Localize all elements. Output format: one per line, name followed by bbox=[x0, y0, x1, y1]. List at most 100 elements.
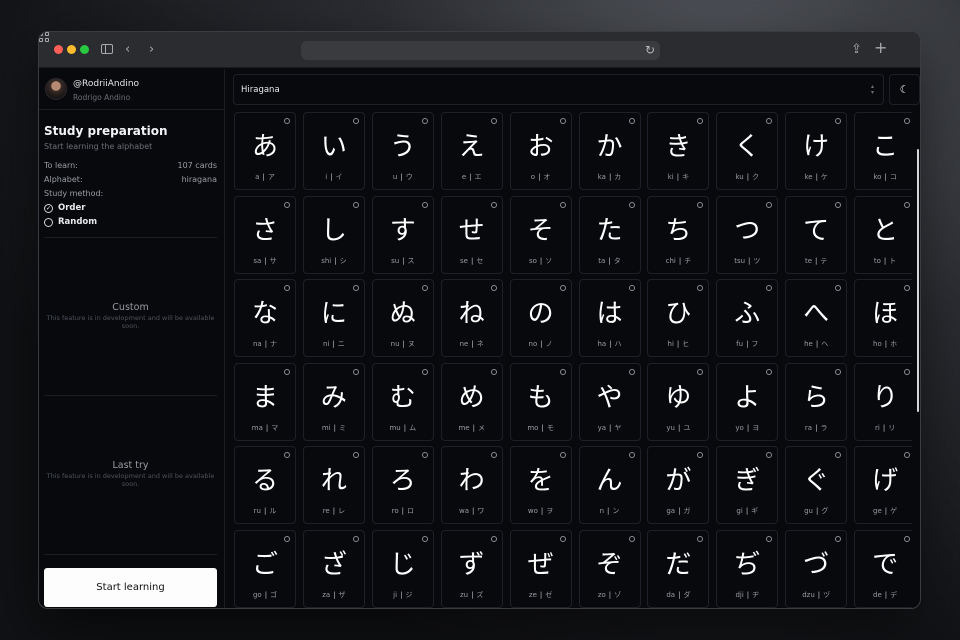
method-order-label: Order bbox=[58, 203, 86, 213]
kana-card[interactable]: に ni | ニ bbox=[302, 279, 365, 357]
kana-card[interactable]: む mu | ム bbox=[371, 362, 434, 441]
kana-card[interactable]: ぢ dji | ヂ bbox=[716, 529, 779, 608]
method-random-radio[interactable]: Random bbox=[44, 217, 97, 227]
status-circle-icon bbox=[766, 201, 773, 208]
katakana-label: ツ bbox=[753, 256, 761, 265]
kana-card[interactable]: ろ ro | ロ bbox=[371, 446, 434, 524]
kana-card[interactable]: け ke | ケ bbox=[785, 112, 848, 190]
kana-card[interactable]: な na | ナ bbox=[234, 279, 296, 357]
kana-card[interactable]: ひ hi | ヒ bbox=[647, 279, 710, 357]
kana-card[interactable]: よ yo | ヨ bbox=[716, 362, 779, 441]
kana-card[interactable]: し shi | シ bbox=[302, 195, 365, 274]
start-learning-button[interactable]: Start learning bbox=[44, 568, 217, 607]
kana-card[interactable]: ゆ yu | ユ bbox=[647, 362, 710, 441]
sidebar-toggle-icon[interactable] bbox=[101, 44, 113, 54]
status-circle-icon bbox=[835, 285, 842, 291]
kana-card[interactable]: げ ge | ゲ bbox=[854, 446, 912, 524]
kana-character: ご bbox=[251, 549, 278, 580]
alphabet-select[interactable]: Hiragana ▴ ▾ bbox=[233, 74, 884, 105]
kana-card[interactable]: ぐ gu | グ bbox=[785, 446, 848, 524]
kana-reading: ni | ニ bbox=[304, 339, 364, 349]
kana-card[interactable]: す su | ス bbox=[371, 195, 434, 274]
kana-reading: yo | ヨ bbox=[717, 423, 777, 433]
kana-card[interactable]: ざ za | ザ bbox=[302, 529, 365, 608]
kana-card[interactable]: ふ fu | フ bbox=[716, 279, 779, 357]
minimize-window-button[interactable] bbox=[67, 45, 76, 54]
maximize-window-button[interactable] bbox=[80, 45, 89, 54]
kana-card[interactable]: も mo | モ bbox=[509, 362, 572, 441]
kana-card[interactable]: こ ko | コ bbox=[854, 112, 912, 190]
plus-icon[interactable]: + bbox=[874, 39, 887, 57]
separator: | bbox=[817, 590, 821, 599]
kana-card[interactable]: ぬ nu | ヌ bbox=[371, 279, 434, 357]
kana-character: ち bbox=[665, 215, 692, 246]
kana-card[interactable]: ち chi | チ bbox=[647, 195, 710, 274]
address-bar[interactable]: ↻ bbox=[301, 41, 660, 60]
separator: | bbox=[815, 340, 819, 348]
status-circle-icon bbox=[490, 118, 497, 124]
katakana-label: ザ bbox=[338, 590, 346, 599]
kana-character: ざ bbox=[320, 549, 347, 580]
kana-character: り bbox=[872, 382, 899, 413]
back-icon[interactable]: ‹ bbox=[125, 41, 130, 59]
kana-card[interactable]: る ru | ル bbox=[234, 446, 296, 524]
close-window-button[interactable] bbox=[54, 45, 63, 54]
kana-card[interactable]: ず zu | ズ bbox=[440, 529, 503, 608]
alphabet-label: Alphabet: bbox=[44, 175, 83, 184]
kana-card[interactable]: そ so | ソ bbox=[509, 195, 572, 274]
kana-card[interactable]: お o | オ bbox=[509, 112, 572, 190]
kana-card[interactable]: ぜ ze | ゼ bbox=[509, 529, 572, 608]
kana-card[interactable]: ら ra | ラ bbox=[785, 362, 848, 441]
katakana-label: イ bbox=[335, 173, 343, 181]
kana-reading: e | エ bbox=[442, 172, 502, 182]
separator: | bbox=[746, 173, 750, 181]
kana-card[interactable]: は ha | ハ bbox=[578, 279, 641, 357]
kana-card[interactable]: ぎ gi | ギ bbox=[716, 446, 779, 524]
kana-card[interactable]: で de | デ bbox=[854, 529, 912, 608]
kana-card[interactable]: わ wa | ワ bbox=[440, 446, 503, 524]
kana-card[interactable]: さ sa | サ bbox=[234, 195, 296, 274]
reload-icon[interactable]: ↻ bbox=[645, 42, 655, 59]
kana-character: ら bbox=[803, 382, 830, 413]
kana-card[interactable]: せ se | セ bbox=[440, 195, 503, 274]
status-circle-icon bbox=[490, 452, 497, 458]
kana-card[interactable]: め me | メ bbox=[440, 362, 503, 441]
kana-card[interactable]: ぞ zo | ゾ bbox=[578, 529, 641, 608]
kana-card[interactable]: き ki | キ bbox=[647, 112, 710, 190]
kana-card[interactable]: ん n | ン bbox=[578, 446, 641, 524]
forward-icon[interactable]: › bbox=[149, 41, 154, 59]
tab-grid-icon[interactable] bbox=[39, 32, 49, 42]
kana-card[interactable]: や ya | ヤ bbox=[578, 362, 641, 441]
theme-toggle-button[interactable]: ☾ bbox=[889, 74, 920, 105]
kana-card[interactable]: え e | エ bbox=[440, 112, 503, 190]
kana-card[interactable]: れ re | レ bbox=[302, 446, 365, 524]
kana-card[interactable]: た ta | タ bbox=[578, 195, 641, 274]
kana-card[interactable]: ご go | ゴ bbox=[234, 529, 296, 608]
kana-card[interactable]: を wo | ヲ bbox=[509, 446, 572, 524]
kana-card[interactable]: り ri | リ bbox=[854, 362, 912, 441]
kana-card[interactable]: ね ne | ネ bbox=[440, 279, 503, 357]
kana-character: け bbox=[803, 132, 830, 162]
kana-card[interactable]: が ga | ガ bbox=[647, 446, 710, 524]
kana-card[interactable]: て te | テ bbox=[785, 195, 848, 274]
kana-card[interactable]: じ ji | ジ bbox=[371, 529, 434, 608]
avatar[interactable] bbox=[45, 78, 67, 100]
kana-card[interactable]: く ku | ク bbox=[716, 112, 779, 190]
kana-card[interactable]: あ a | ア bbox=[234, 112, 296, 190]
method-order-radio[interactable]: ✓ Order bbox=[44, 203, 85, 213]
kana-card[interactable]: い i | イ bbox=[302, 112, 365, 190]
kana-card[interactable]: づ dzu | ヅ bbox=[785, 529, 848, 608]
kana-card[interactable]: と to | ト bbox=[854, 195, 912, 274]
kana-card[interactable]: ま ma | マ bbox=[234, 362, 296, 441]
kana-card[interactable]: つ tsu | ツ bbox=[716, 195, 779, 274]
kana-card[interactable]: だ da | ダ bbox=[647, 529, 710, 608]
share-icon[interactable]: ⇪ bbox=[851, 41, 862, 59]
romaji-label: ro bbox=[391, 507, 399, 515]
scrollbar[interactable] bbox=[917, 149, 919, 412]
kana-card[interactable]: う u | ウ bbox=[371, 112, 434, 190]
kana-card[interactable]: ほ ho | ホ bbox=[854, 279, 912, 357]
kana-card[interactable]: へ he | ヘ bbox=[785, 279, 848, 357]
kana-card[interactable]: の no | ノ bbox=[509, 279, 572, 357]
kana-card[interactable]: か ka | カ bbox=[578, 112, 641, 190]
kana-card[interactable]: み mi | ミ bbox=[302, 362, 365, 441]
